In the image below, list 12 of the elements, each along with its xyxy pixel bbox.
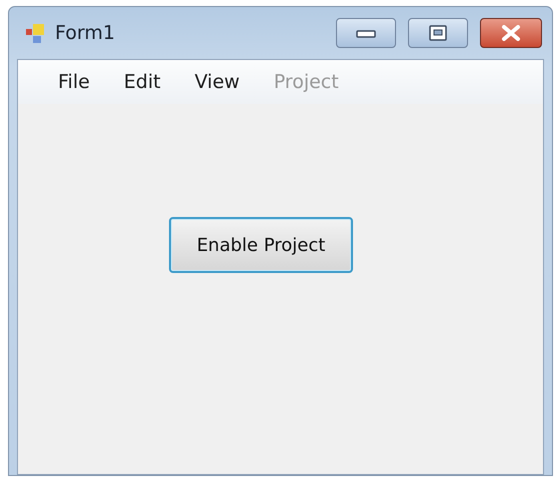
- minimize-button[interactable]: [336, 18, 396, 48]
- menu-item[interactable]: File: [44, 71, 104, 93]
- menu-item[interactable]: Edit: [110, 71, 175, 93]
- minimize-icon: [356, 28, 376, 38]
- enable-project-button[interactable]: Enable Project: [169, 217, 353, 273]
- window-title: Form1: [55, 22, 115, 44]
- close-button[interactable]: [480, 18, 542, 48]
- maximize-button[interactable]: [408, 18, 468, 48]
- app-icon: [25, 22, 47, 44]
- menu-item[interactable]: View: [180, 71, 254, 93]
- close-icon: [501, 25, 521, 41]
- maximize-icon: [429, 25, 447, 41]
